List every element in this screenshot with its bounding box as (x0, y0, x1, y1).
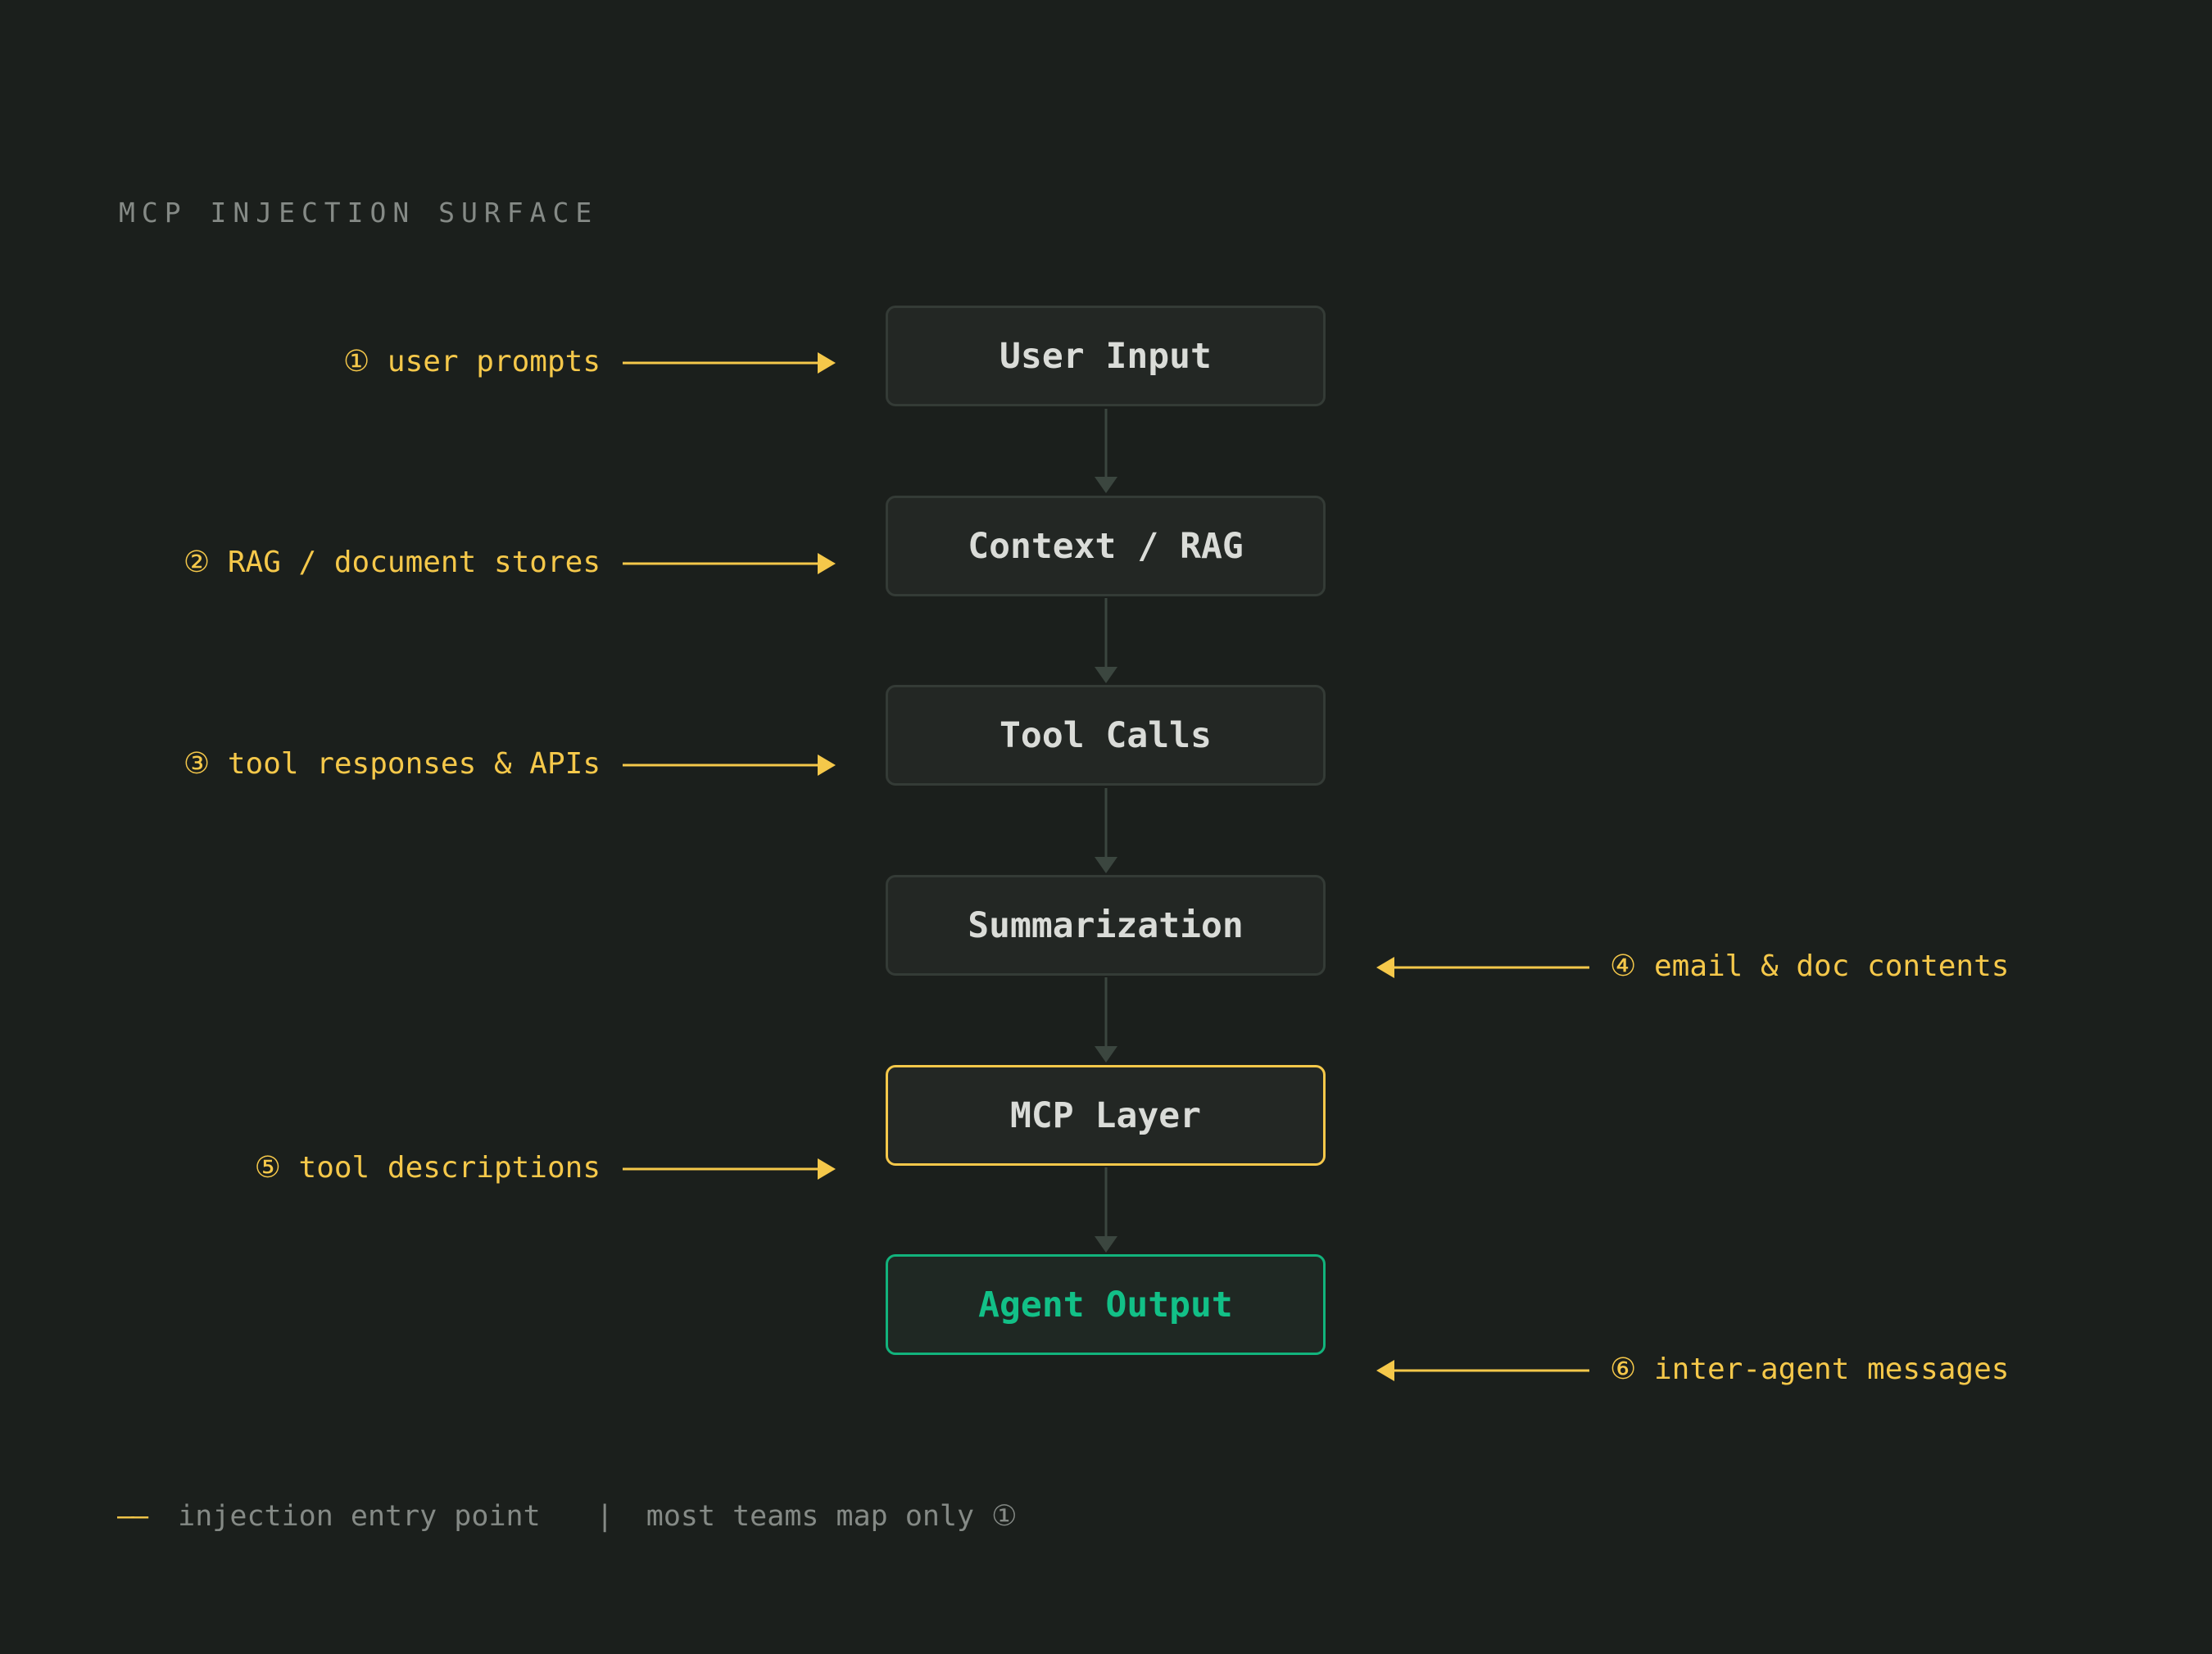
injection-text: tool descriptions (298, 1151, 601, 1185)
stage-mcp-layer: MCP Layer (886, 1065, 1326, 1166)
pipeline-connector (1095, 409, 1117, 493)
diagram-title: MCP INJECTION SURFACE (119, 197, 599, 229)
pipeline-connector (1095, 788, 1117, 873)
injection-arrow-1 (623, 352, 836, 374)
legend-separator: | (596, 1500, 614, 1533)
injection-label-5: ⑤ tool descriptions (255, 1153, 601, 1183)
injection-label-3: ③ tool responses & APIs (184, 750, 601, 779)
stage-context-rag: Context / RAG (886, 496, 1326, 596)
injection-arrow-3 (623, 754, 836, 776)
stage-agent-output: Agent Output (886, 1254, 1326, 1355)
pipeline-connector (1095, 598, 1117, 683)
injection-label-1: ① user prompts (343, 347, 601, 377)
legend-entry-label: injection entry point (178, 1500, 541, 1533)
injection-arrow-4 (1376, 957, 1589, 978)
injection-label-6: ⑥ inter-agent messages (1610, 1355, 2009, 1384)
injection-marker: ⑥ (1610, 1353, 1637, 1386)
injection-marker: ④ (1610, 949, 1637, 983)
connector-layer (623, 352, 1589, 1381)
injection-marker: ① (342, 345, 370, 378)
injection-marker: ② (183, 546, 211, 579)
legend-note: most teams map only ① (646, 1500, 1018, 1533)
injection-arrow-5 (623, 1158, 836, 1180)
injection-text: email & doc contents (1653, 949, 2010, 983)
injection-text: tool responses & APIs (227, 747, 601, 781)
injection-label-2: ② RAG / document stores (184, 548, 601, 578)
injection-arrow-2 (623, 553, 836, 574)
stage-summarization: Summarization (886, 875, 1326, 976)
injection-marker: ⑤ (254, 1151, 281, 1185)
injection-marker: ③ (183, 747, 211, 781)
injection-arrow-6 (1376, 1360, 1589, 1381)
diagram-canvas: MCP INJECTION SURFACE User Input Context… (0, 0, 2212, 1654)
injection-text: inter-agent messages (1653, 1353, 2010, 1386)
injection-text: RAG / document stores (227, 546, 601, 579)
injection-text: user prompts (387, 345, 601, 378)
stage-tool-calls: Tool Calls (886, 685, 1326, 786)
legend-dash-icon: —— (117, 1500, 148, 1533)
legend: —— injection entry point | most teams map o… (117, 1502, 1018, 1531)
injection-label-4: ④ email & doc contents (1610, 952, 2009, 981)
pipeline-connector (1095, 977, 1117, 1063)
pipeline-connector (1095, 1167, 1117, 1253)
stage-user-input: User Input (886, 306, 1326, 406)
